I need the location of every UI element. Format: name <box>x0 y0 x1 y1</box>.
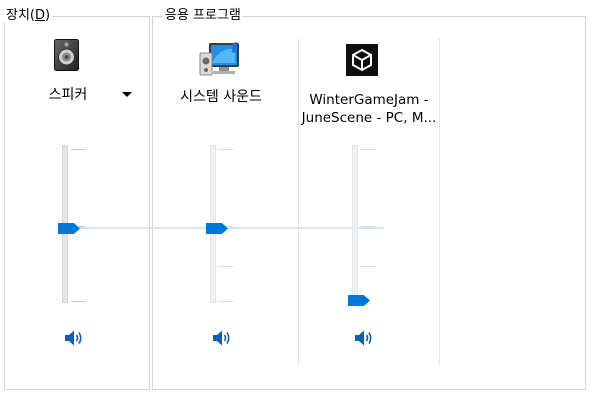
speaker-icon[interactable] <box>54 39 79 71</box>
slider-tick <box>361 149 375 150</box>
column-separator <box>298 38 299 365</box>
system-sounds-mute-button[interactable] <box>212 329 232 347</box>
column-separator <box>439 38 440 365</box>
slider-tick <box>219 266 233 267</box>
volume-slider-thumb[interactable] <box>58 223 80 234</box>
game-app-label-line1[interactable]: WinterGameJam - <box>296 91 442 110</box>
game-app-mute-button[interactable] <box>354 329 374 347</box>
slider-tick <box>219 301 233 302</box>
slider-tick <box>361 226 375 227</box>
system-sounds-volume-slider[interactable] <box>206 145 233 303</box>
devices-group-title: 장치(D) <box>4 8 53 23</box>
slider-tick <box>71 149 85 150</box>
volume-icon <box>355 330 372 346</box>
system-sounds-label[interactable]: 시스템 사운드 <box>168 88 274 107</box>
slider-tick <box>219 149 233 150</box>
slider-track <box>352 145 358 303</box>
game-app-volume-slider[interactable] <box>348 145 375 306</box>
speaker-mute-button[interactable] <box>64 329 84 347</box>
slider-tick <box>361 266 375 267</box>
volume-icon <box>65 330 82 346</box>
volume-icon <box>213 330 230 346</box>
game-app-label-line2[interactable]: JuneScene - PC, M... <box>296 109 442 128</box>
volume-slider-thumb[interactable] <box>206 223 228 234</box>
speaker-volume-slider[interactable] <box>58 145 85 303</box>
unity-icon[interactable] <box>346 44 378 76</box>
applications-group-title: 응용 프로그램 <box>163 8 243 23</box>
speaker-device-label[interactable]: 스피커 <box>36 86 100 105</box>
slider-tick <box>71 301 85 302</box>
device-dropdown-arrow[interactable] <box>122 92 132 97</box>
system-sounds-icon[interactable] <box>199 41 243 79</box>
peak-level-line <box>79 227 209 229</box>
